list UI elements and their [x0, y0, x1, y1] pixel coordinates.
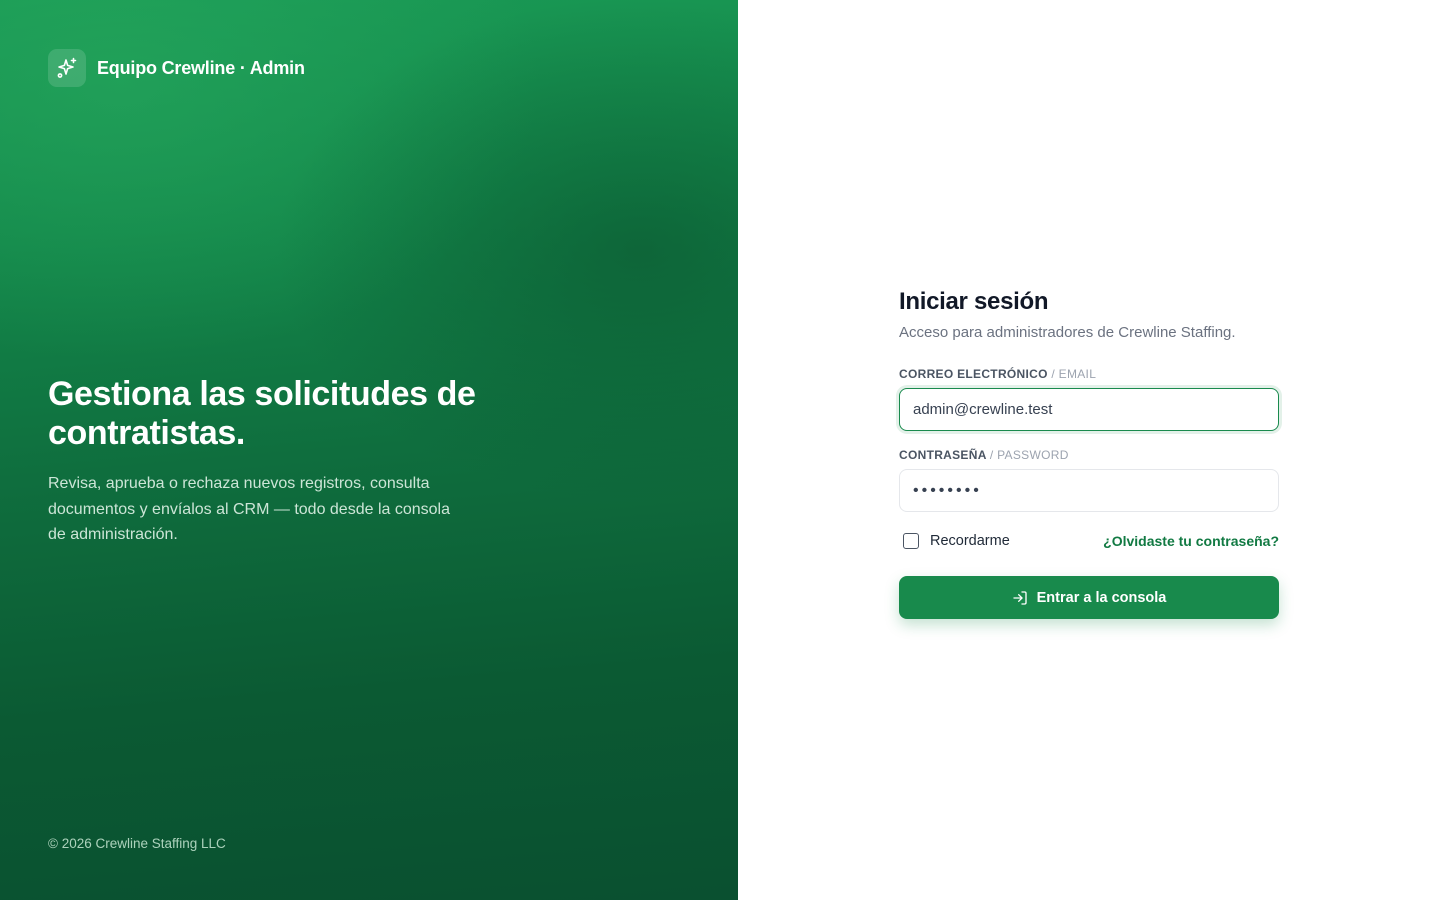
hero-content: Gestiona las solicitudes de contratistas…	[48, 375, 478, 548]
remember-checkbox[interactable]	[903, 533, 919, 549]
password-label-alt: / PASSWORD	[989, 448, 1069, 462]
hero-title: Gestiona las solicitudes de contratistas…	[48, 375, 476, 452]
sparkles-icon	[48, 49, 86, 87]
login-title: Iniciar sesión	[899, 288, 1049, 315]
options-row: Recordarme ¿Olvidaste tu contraseña?	[899, 530, 1279, 552]
email-label-text: CORREO ELECTRÓNICO	[899, 367, 1048, 381]
brand-name: Equipo Crewline · Admin	[97, 57, 305, 78]
remember-label: Recordarme	[930, 533, 1010, 549]
login-subtitle: Acceso para administradores de Crewline …	[899, 324, 1236, 341]
password-label: CONTRASEÑA / PASSWORD	[899, 448, 1279, 462]
email-input[interactable]	[899, 388, 1279, 431]
email-label: CORREO ELECTRÓNICO / EMAIL	[899, 367, 1279, 381]
hero-panel: Equipo Crewline · Admin Gestiona las sol…	[0, 0, 738, 900]
email-label-alt: / EMAIL	[1051, 367, 1097, 381]
log-in-icon	[1012, 590, 1028, 606]
brand: Equipo Crewline · Admin	[48, 49, 305, 87]
submit-label: Entrar a la consola	[1036, 589, 1167, 606]
login-form: Iniciar sesión Acceso para administrador…	[899, 288, 1279, 619]
remember-me: Recordarme	[899, 533, 1010, 549]
forgot-password-link[interactable]: ¿Olvidaste tu contraseña?	[1103, 533, 1279, 549]
hero-description: Revisa, aprueba o rechaza nuevos registr…	[48, 475, 450, 543]
password-label-text: CONTRASEÑA	[899, 448, 987, 462]
password-input[interactable]	[899, 469, 1279, 512]
copyright: © 2026 Crewline Staffing LLC	[48, 836, 226, 851]
submit-button[interactable]: Entrar a la consola	[899, 576, 1279, 619]
